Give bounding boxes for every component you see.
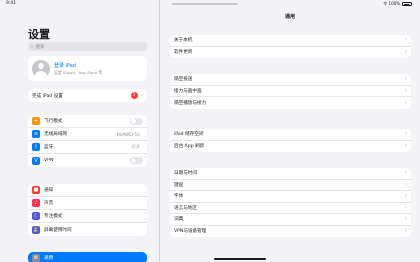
chevron-right-icon: › <box>140 91 143 99</box>
detail-row-label: 接力与画中画 <box>174 88 202 94</box>
chevron-right-icon: › <box>404 142 407 150</box>
sidebar-item-value: HUAWEI-5G <box>116 131 140 137</box>
sidebar-item-vpn[interactable]: V VPN <box>28 154 147 167</box>
vpn-icon: V <box>32 156 40 165</box>
profile-name: 登录 iPad <box>54 62 77 69</box>
chevron-right-icon: › <box>404 48 407 56</box>
notifications-icon: ■ <box>32 186 40 194</box>
detail-group-keyboard: 日期与时间 › 键盘 › 字体 › 语言与地区 › 词典 › VPN与设备管理 › <box>170 168 411 237</box>
detail-group-airdrop: 隔空投送 › 接力与画中画 › 隔空播放与接力 › <box>170 74 411 109</box>
sidebar-item-label: 声音 <box>44 201 54 206</box>
notification-badge: 1 <box>130 92 138 99</box>
detail-row-label: 字体 <box>174 194 184 200</box>
sidebar-item-airplane[interactable]: ✈ 飞行模式 <box>28 115 147 128</box>
airplane-icon: ✈ <box>32 117 40 125</box>
detail-row[interactable]: 词典 › <box>170 214 411 226</box>
chevron-right-icon: › <box>404 227 407 235</box>
detail-row[interactable]: VPN与设备管理 › <box>170 226 411 238</box>
detail-row-label: 日期与时间 <box>174 171 197 177</box>
sidebar-item-general[interactable]: ⚙ 通用 <box>28 252 147 262</box>
detail-row-label: VPN与设备管理 <box>174 229 207 235</box>
detail-pane: 通用 关于本机 › 软件更新 › 隔空投送 › 接力与画中画 › 隔空播放与接力 › iPad … <box>160 0 420 262</box>
detail-row-label: 关于本机 <box>174 38 193 44</box>
detail-row[interactable]: 键盘 › <box>170 180 411 191</box>
detail-group-about: 关于本机 › 软件更新 › <box>170 35 411 58</box>
sidebar-item-value: 打开 <box>132 144 140 149</box>
page-title: 通用 <box>284 14 295 20</box>
sidebar-item-sound[interactable]: ♪ 声音 <box>28 197 147 210</box>
setup-promo-group: 完成 iPad 设置 1 › <box>28 89 147 102</box>
detail-row[interactable]: 软件更新 › <box>170 47 411 59</box>
sidebar-item-focus[interactable]: ☾ 专注模式 <box>28 210 147 223</box>
detail-group-storage: iPad 储存空间 › 后台 App 刷新 › <box>170 129 411 152</box>
sidebar-item-label: 专注模式 <box>44 214 63 219</box>
detail-row[interactable]: 隔空投送 › <box>170 74 411 86</box>
chevron-right-icon: › <box>404 215 407 223</box>
sidebar-item-notifications[interactable]: ■ 通知 <box>28 184 147 197</box>
finish-setup-label: 完成 iPad 设置 <box>32 93 63 99</box>
detail-row[interactable]: 关于本机 › <box>170 35 411 47</box>
avatar-icon <box>32 59 50 78</box>
detail-row-label: 语言与地区 <box>174 205 197 211</box>
sidebar-item-label: 屏幕使用时间 <box>44 227 72 233</box>
wifi-icon: ≋ <box>32 130 40 138</box>
sidebar-item-label: 蓝牙 <box>44 145 54 150</box>
sidebar: 设置 ⌕ 搜索 登录 iPad 设置 iCloud、App Store 等 完成… <box>0 0 160 262</box>
detail-row-label: 后台 App 刷新 <box>174 144 205 150</box>
detail-row-label: 软件更新 <box>174 50 193 56</box>
detail-row[interactable]: 后台 App 刷新 › <box>170 141 411 153</box>
detail-row-label: 隔空播放与接力 <box>174 100 207 106</box>
chevron-right-icon: › <box>404 130 407 138</box>
connectivity-group: ✈ 飞行模式 ≋ 无线局域网 HUAWEI-5G ᛒ 蓝牙 打开 V VPN <box>28 115 147 167</box>
detail-row-label: iPad 储存空间 <box>174 132 204 138</box>
detail-row-label: 键盘 <box>174 182 184 188</box>
sidebar-item-label: 飞行模式 <box>44 119 63 124</box>
toggle-switch[interactable] <box>130 157 143 164</box>
chevron-right-icon: › <box>404 86 407 94</box>
detail-row[interactable]: 隔空播放与接力 › <box>170 97 411 109</box>
bluetooth-icon: ᛒ <box>32 143 40 151</box>
profile-subtitle: 设置 iCloud、App Store 等 <box>54 69 103 75</box>
sidebar-item-label: VPN <box>44 158 54 163</box>
detail-row[interactable]: 字体 › <box>170 191 411 203</box>
chevron-right-icon: › <box>404 36 407 44</box>
detail-row[interactable]: iPad 储存空间 › <box>170 129 411 141</box>
sound-icon: ♪ <box>32 199 40 207</box>
chevron-right-icon: › <box>404 98 407 106</box>
sidebar-item-label: 通知 <box>44 188 54 193</box>
sidebar-item-label: 无线局域网 <box>44 132 67 137</box>
detail-row[interactable]: 语言与地区 › <box>170 203 411 214</box>
detail-row[interactable]: 接力与画中画 › <box>170 86 411 97</box>
detail-row-label: 隔空投送 <box>174 77 193 83</box>
profile-card[interactable]: 登录 iPad 设置 iCloud、App Store 等 <box>28 56 147 81</box>
detail-row[interactable]: 日期与时间 › <box>170 168 411 180</box>
sidebar-item-bluetooth[interactable]: ᛒ 蓝牙 打开 <box>28 141 147 154</box>
toggle-switch[interactable] <box>130 117 143 125</box>
chevron-right-icon: › <box>404 192 407 200</box>
sidebar-title: 设置 <box>28 28 50 41</box>
gear-icon: ⚙ <box>32 254 40 262</box>
sidebar-item-screen-time[interactable]: ⌛ 屏幕使用时间 <box>28 223 147 236</box>
search-field[interactable]: ⌕ 搜索 <box>28 42 147 51</box>
alerts-group: ■ 通知 ♪ 声音 ☾ 专注模式 ⌛ 屏幕使用时间 <box>28 184 147 236</box>
search-icon: ⌕ <box>31 44 34 50</box>
search-placeholder: 搜索 <box>35 44 45 50</box>
sidebar-item-label: 通用 <box>44 256 54 261</box>
home-indicator <box>214 258 266 260</box>
chevron-right-icon: › <box>404 180 407 188</box>
detail-row-label: 词典 <box>174 217 184 223</box>
chevron-right-icon: › <box>404 203 407 211</box>
chevron-right-icon: › <box>404 75 407 83</box>
focus-icon: ☾ <box>32 212 40 220</box>
screen-time-icon: ⌛ <box>32 225 40 234</box>
finish-setup-row[interactable]: 完成 iPad 设置 1 › <box>28 89 147 102</box>
sidebar-item-wifi[interactable]: ≋ 无线局域网 HUAWEI-5G <box>28 128 147 141</box>
chevron-right-icon: › <box>404 169 407 177</box>
